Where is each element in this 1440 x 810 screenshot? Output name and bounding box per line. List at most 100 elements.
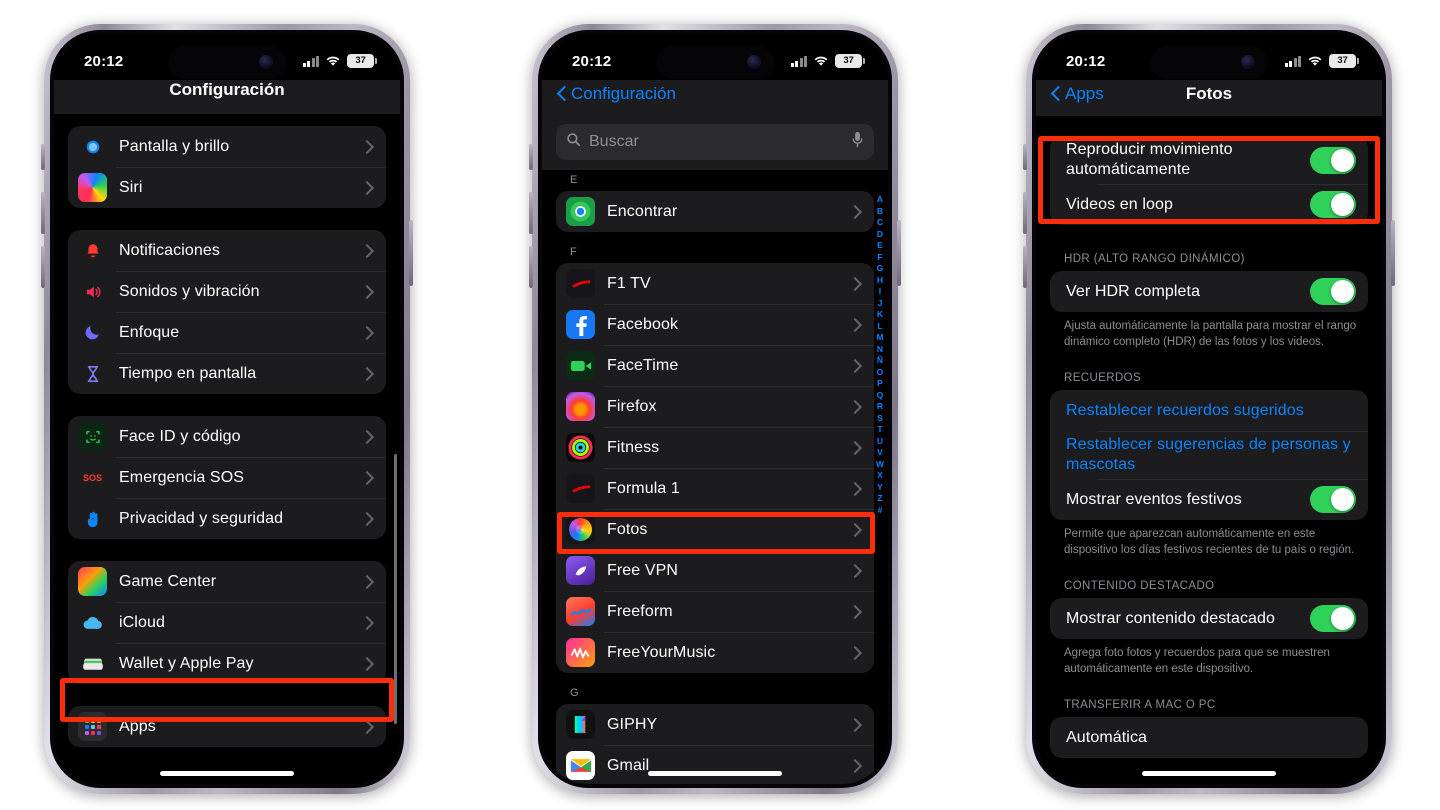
sidebar-item-apps[interactable]: Apps	[68, 706, 386, 747]
list-item-facebook[interactable]: Facebook	[556, 304, 874, 345]
sidebar-item-icloud[interactable]: iCloud	[68, 602, 386, 643]
icloud-icon	[78, 608, 107, 637]
action-restablecer-sugerencias-personas[interactable]: Restablecer sugerencias de personas y ma…	[1050, 431, 1368, 479]
action-restablecer-recuerdos-sugeridos[interactable]: Restablecer recuerdos sugeridos	[1050, 390, 1368, 431]
toggle-mostrar-eventos-festivos[interactable]	[1310, 486, 1356, 514]
setting-ver-hdr-completa[interactable]: Ver HDR completa	[1050, 271, 1368, 312]
volume-down-button[interactable]	[1023, 246, 1027, 288]
chevron-right-icon	[854, 205, 862, 218]
alpha-index-K[interactable]: K	[877, 309, 883, 321]
sidebar-item-face-id-y-codigo[interactable]: Face ID y código	[68, 416, 386, 457]
chevron-right-icon	[366, 326, 374, 339]
power-button[interactable]	[1391, 220, 1395, 286]
volume-down-button[interactable]	[529, 246, 533, 288]
alpha-index-B[interactable]: B	[877, 206, 883, 218]
setting-reproducir-movimiento[interactable]: Reproducir movimiento automáticamente	[1050, 136, 1368, 184]
apps-group-e: Encontrar	[556, 191, 874, 232]
alpha-index-M[interactable]: M	[876, 332, 883, 344]
alpha-index-P[interactable]: P	[877, 378, 883, 390]
sidebar-item-tiempo-en-pantalla[interactable]: Tiempo en pantalla	[68, 353, 386, 394]
settings-group-display: Pantalla y brillo Siri	[68, 126, 386, 208]
phone-3-settings-scroll[interactable]: Reproducir movimiento automáticamente Vi…	[1036, 130, 1382, 784]
sidebar-item-sonidos-y-vibracion[interactable]: Sonidos y vibración	[68, 271, 386, 312]
home-indicator	[160, 771, 294, 776]
alpha-index-Y[interactable]: Y	[877, 482, 883, 494]
sidebar-item-notificaciones[interactable]: Notificaciones	[68, 230, 386, 271]
list-item-freeform[interactable]: Freeform	[556, 591, 874, 632]
list-item-firefox[interactable]: Firefox	[556, 386, 874, 427]
toggle-mostrar-contenido-destacado[interactable]	[1310, 605, 1356, 633]
alpha-index-S[interactable]: S	[877, 413, 883, 425]
alpha-index-Ñ[interactable]: Ñ	[877, 355, 883, 367]
phone-2-apps-scroll[interactable]: E Encontrar F F1 TV Facebook FaceTime Fi…	[542, 174, 888, 784]
privacy-hand-icon	[78, 504, 107, 533]
phone-1-settings-list[interactable]: Pantalla y brillo Siri Notificaciones So…	[54, 126, 400, 784]
alpha-index-W[interactable]: W	[876, 459, 884, 471]
setting-automatica[interactable]: Automática	[1050, 717, 1368, 758]
phone-3-photos-settings: 20:12 37 Apps Fotos Reproducir movimient…	[1023, 24, 1395, 794]
alpha-index-U[interactable]: U	[877, 436, 883, 448]
power-button[interactable]	[897, 220, 901, 286]
alpha-index-A[interactable]: A	[877, 194, 883, 206]
sidebar-item-game-center[interactable]: Game Center	[68, 561, 386, 602]
setting-videos-en-loop[interactable]: Videos en loop	[1050, 184, 1368, 225]
toggle-reproducir-movimiento[interactable]	[1310, 146, 1356, 174]
settings-group-accounts: Game Center iCloud Wallet y Apple Pay	[68, 561, 386, 684]
list-item-giphy[interactable]: GIPHY	[556, 704, 874, 745]
alpha-index-#[interactable]: #	[878, 505, 883, 517]
list-item-gmail[interactable]: Gmail	[556, 745, 874, 784]
volume-up-button[interactable]	[41, 192, 45, 234]
list-item-freeyourmusic[interactable]: FreeYourMusic	[556, 632, 874, 673]
setting-mostrar-contenido-destacado[interactable]: Mostrar contenido destacado	[1050, 598, 1368, 639]
scrollbar[interactable]	[394, 454, 397, 724]
photos-group-transferir: Automática	[1050, 717, 1368, 759]
alpha-index-Z[interactable]: Z	[877, 493, 882, 505]
alpha-index-Q[interactable]: Q	[877, 390, 884, 402]
alpha-index-R[interactable]: R	[877, 401, 883, 413]
list-item-facetime[interactable]: FaceTime	[556, 345, 874, 386]
alpha-index-V[interactable]: V	[877, 447, 883, 459]
alpha-index-E[interactable]: E	[877, 240, 883, 252]
list-item-fitness[interactable]: Fitness	[556, 427, 874, 468]
toggle-videos-en-loop[interactable]	[1310, 191, 1356, 218]
volume-up-button[interactable]	[529, 192, 533, 234]
list-item-free-vpn[interactable]: Free VPN	[556, 550, 874, 591]
apps-group-f: F1 TV Facebook FaceTime Firefox Fitness …	[556, 263, 874, 673]
search-input[interactable]: Buscar	[556, 124, 874, 160]
alpha-index-H[interactable]: H	[877, 275, 883, 287]
list-item-encontrar[interactable]: Encontrar	[556, 191, 874, 232]
alpha-index-D[interactable]: D	[877, 229, 883, 241]
alphabet-index[interactable]: A B C D E F G H I J K L M N Ñ O P Q R S T U V W X Y Z #	[876, 194, 884, 516]
volume-up-button[interactable]	[1023, 192, 1027, 234]
alpha-index-F[interactable]: F	[877, 252, 882, 264]
alpha-index-O[interactable]: O	[877, 367, 884, 379]
back-button-configuracion[interactable]: Configuración	[558, 84, 676, 104]
alpha-index-X[interactable]: X	[877, 470, 883, 482]
alpha-index-J[interactable]: J	[878, 298, 883, 310]
alpha-index-T[interactable]: T	[877, 424, 882, 436]
list-item-f1-tv[interactable]: F1 TV	[556, 263, 874, 304]
sidebar-item-enfoque[interactable]: Enfoque	[68, 312, 386, 353]
sidebar-item-wallet-y-apple-pay[interactable]: Wallet y Apple Pay	[68, 643, 386, 684]
power-button[interactable]	[409, 220, 413, 286]
sidebar-item-pantalla-y-brillo[interactable]: Pantalla y brillo	[68, 126, 386, 167]
alpha-index-N[interactable]: N	[877, 344, 883, 356]
silent-switch[interactable]	[41, 144, 45, 170]
sidebar-item-siri[interactable]: Siri	[68, 167, 386, 208]
list-item-formula-1[interactable]: Formula 1	[556, 468, 874, 509]
list-item-fotos[interactable]: Fotos	[556, 509, 874, 550]
alpha-index-C[interactable]: C	[877, 217, 883, 229]
setting-mostrar-eventos-festivos[interactable]: Mostrar eventos festivos	[1050, 479, 1368, 520]
volume-down-button[interactable]	[41, 246, 45, 288]
alpha-index-L[interactable]: L	[877, 321, 882, 333]
sidebar-item-privacidad-y-seguridad[interactable]: Privacidad y seguridad	[68, 498, 386, 539]
sidebar-item-emergencia-sos[interactable]: SOS Emergencia SOS	[68, 457, 386, 498]
alpha-index-G[interactable]: G	[877, 263, 884, 275]
silent-switch[interactable]	[529, 144, 533, 170]
toggle-ver-hdr-completa[interactable]	[1310, 278, 1356, 305]
alpha-index-I[interactable]: I	[879, 286, 881, 298]
silent-switch[interactable]	[1023, 144, 1027, 170]
row-label: iCloud	[119, 613, 165, 631]
microphone-icon[interactable]	[851, 131, 864, 153]
back-button-apps[interactable]: Apps	[1052, 84, 1104, 104]
